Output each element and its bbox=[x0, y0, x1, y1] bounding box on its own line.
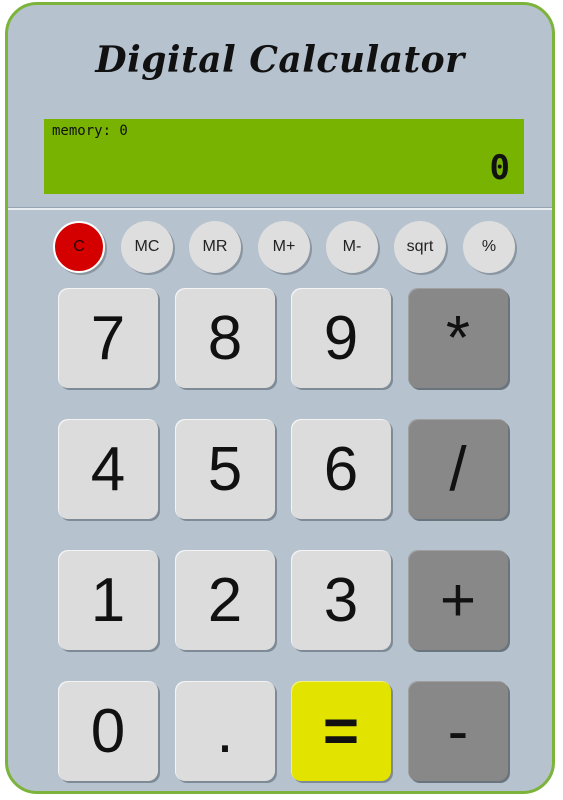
memory-recall-button[interactable]: MR bbox=[189, 221, 241, 273]
multiply-button[interactable]: * bbox=[408, 288, 508, 388]
decimal-button[interactable]: . bbox=[175, 681, 275, 781]
memory-clear-button[interactable]: MC bbox=[121, 221, 173, 273]
clear-button[interactable]: C bbox=[53, 221, 105, 273]
minus-button[interactable]: - bbox=[408, 681, 508, 781]
key-8[interactable]: 8 bbox=[175, 288, 275, 388]
app-title: Digital Calculator bbox=[95, 39, 465, 81]
equals-button[interactable]: = bbox=[291, 681, 391, 781]
plus-button[interactable]: + bbox=[408, 550, 508, 650]
key-0[interactable]: 0 bbox=[58, 681, 158, 781]
key-9[interactable]: 9 bbox=[291, 288, 391, 388]
key-7[interactable]: 7 bbox=[58, 288, 158, 388]
memory-readout: memory: 0 bbox=[52, 123, 128, 139]
display-screen: memory: 0 0 bbox=[44, 119, 524, 194]
key-1[interactable]: 1 bbox=[58, 550, 158, 650]
percent-button[interactable]: % bbox=[463, 221, 515, 273]
divide-button[interactable]: / bbox=[408, 419, 508, 519]
key-3[interactable]: 3 bbox=[291, 550, 391, 650]
calculator: Digital Calculator memory: 0 0 C MC MR M… bbox=[5, 2, 555, 794]
key-6[interactable]: 6 bbox=[291, 419, 391, 519]
key-4[interactable]: 4 bbox=[58, 419, 158, 519]
memory-subtract-button[interactable]: M- bbox=[326, 221, 378, 273]
display-value: 0 bbox=[489, 148, 510, 188]
divider bbox=[8, 207, 552, 210]
key-5[interactable]: 5 bbox=[175, 419, 275, 519]
square-root-button[interactable]: sqrt bbox=[394, 221, 446, 273]
memory-add-button[interactable]: M+ bbox=[258, 221, 310, 273]
key-2[interactable]: 2 bbox=[175, 550, 275, 650]
